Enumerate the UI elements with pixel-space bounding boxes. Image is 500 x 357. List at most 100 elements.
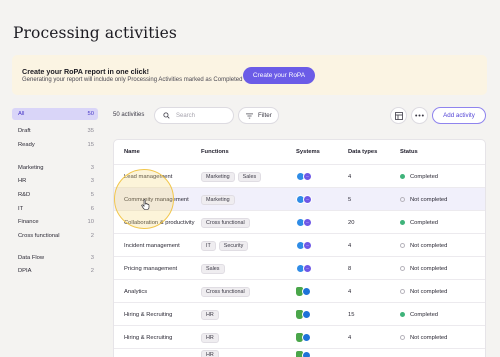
table-row[interactable]: Incident management IT Security ··· 4 Not… bbox=[114, 233, 485, 257]
function-tag: HR bbox=[201, 309, 219, 320]
data-types-cell: 5 bbox=[348, 196, 352, 203]
function-tag: HR bbox=[201, 332, 219, 343]
filter-icon bbox=[246, 113, 253, 118]
sidebar-item-label: Marketing bbox=[18, 165, 44, 171]
sidebar-item-draft[interactable]: Draft 35 bbox=[12, 125, 98, 137]
activity-count: 50 activities bbox=[113, 112, 145, 118]
table-row[interactable]: Hiring & Recruiting HR 15 Completed bbox=[114, 302, 485, 326]
sidebar-item-count: 15 bbox=[87, 142, 94, 148]
activity-name[interactable]: Pricing management bbox=[124, 257, 177, 280]
sidebar-item-label: Draft bbox=[18, 128, 31, 134]
function-tag: Cross functional bbox=[201, 217, 250, 228]
sidebar-item-dpia[interactable]: DPIA 2 bbox=[12, 265, 98, 277]
sidebar-item-count: 3 bbox=[90, 178, 94, 184]
sidebar-item-label: Cross functional bbox=[18, 233, 60, 239]
not-completed-status-icon bbox=[400, 266, 405, 271]
function-tag: Marketing bbox=[201, 194, 235, 205]
sidebar-item-count: 2 bbox=[90, 268, 94, 274]
sidebar-item-count: 35 bbox=[87, 128, 94, 134]
functions-cell: Cross functional bbox=[201, 280, 253, 303]
sidebar-item-all[interactable]: All 50 bbox=[12, 108, 98, 120]
system-app-icon bbox=[302, 350, 311, 357]
create-ropa-button[interactable]: Create your RoPA bbox=[243, 67, 315, 84]
status-label: Not completed bbox=[410, 265, 448, 272]
page-title: Processing activities bbox=[13, 24, 177, 42]
status-cell: Completed bbox=[400, 211, 438, 234]
activities-table: Name Functions Systems Data types Status… bbox=[113, 139, 486, 357]
more-systems-icon: ··· bbox=[303, 218, 312, 227]
data-types-cell: 4 bbox=[348, 242, 352, 249]
more-systems-icon: ··· bbox=[303, 195, 312, 204]
table-row[interactable]: Pricing management Sales ··· 8 Not compl… bbox=[114, 256, 485, 280]
functions-cell: HR bbox=[201, 326, 222, 349]
column-header-functions[interactable]: Functions bbox=[201, 149, 229, 155]
function-tag: Cross functional bbox=[201, 286, 250, 297]
sidebar-item-hr[interactable]: HR 3 bbox=[12, 175, 98, 187]
filter-label: Filter bbox=[258, 112, 272, 119]
functions-cell: Marketing bbox=[201, 188, 238, 211]
activity-name[interactable]: Incident management bbox=[124, 234, 180, 257]
status-cell: Not completed bbox=[400, 234, 447, 257]
more-systems-icon: ··· bbox=[303, 241, 312, 250]
sidebar-item-rnd[interactable]: R&D 5 bbox=[12, 189, 98, 201]
functions-cell: HR bbox=[201, 349, 222, 357]
not-completed-status-icon bbox=[400, 335, 405, 340]
data-types-cell: 4 bbox=[348, 173, 352, 180]
sidebar-item-marketing[interactable]: Marketing 3 bbox=[12, 162, 98, 174]
status-label: Not completed bbox=[410, 334, 448, 341]
banner-subtitle: Generating your report will include only… bbox=[22, 77, 243, 83]
sidebar-item-label: R&D bbox=[18, 192, 31, 198]
more-options-button[interactable] bbox=[411, 107, 428, 124]
status-label: Not completed bbox=[410, 242, 448, 249]
grid-view-button[interactable] bbox=[390, 107, 407, 124]
activity-name[interactable]: Hiring & Recruiting bbox=[124, 326, 172, 349]
sidebar-item-count: 3 bbox=[90, 255, 94, 261]
status-label: Not completed bbox=[410, 288, 448, 295]
functions-cell: HR bbox=[201, 303, 222, 326]
search-placeholder: Search bbox=[176, 112, 196, 119]
data-types-cell: 4 bbox=[348, 334, 352, 341]
activity-name[interactable]: Hiring & Recruiting bbox=[124, 303, 172, 326]
system-app-icon bbox=[302, 333, 311, 342]
status-label: Completed bbox=[410, 173, 439, 180]
systems-cell bbox=[296, 326, 311, 349]
activity-name[interactable]: Analytics bbox=[124, 280, 147, 303]
more-systems-icon: ··· bbox=[303, 172, 312, 181]
add-activity-button[interactable]: Add activity bbox=[432, 107, 486, 124]
status-cell: Completed bbox=[400, 303, 438, 326]
table-row[interactable]: HR bbox=[114, 348, 485, 357]
status-cell: Not completed bbox=[400, 188, 447, 211]
search-icon bbox=[163, 112, 170, 119]
sidebar-item-label: Finance bbox=[18, 219, 39, 225]
column-header-name[interactable]: Name bbox=[124, 149, 140, 155]
table-row[interactable]: Hiring & Recruiting HR 4 Not completed bbox=[114, 325, 485, 349]
function-tag: HR bbox=[201, 350, 219, 357]
sidebar-item-count: 50 bbox=[87, 111, 94, 117]
completed-status-icon bbox=[400, 174, 405, 179]
more-icon bbox=[415, 114, 424, 117]
sidebar-item-label: Data Flow bbox=[18, 255, 45, 261]
sidebar-item-it[interactable]: IT 6 bbox=[12, 203, 98, 215]
search-input[interactable]: Search bbox=[154, 107, 234, 124]
column-header-data-types[interactable]: Data types bbox=[348, 149, 377, 155]
function-tag: Sales bbox=[237, 171, 262, 182]
data-types-cell: 15 bbox=[348, 311, 355, 318]
column-header-systems[interactable]: Systems bbox=[296, 149, 320, 155]
status-cell: Not completed bbox=[400, 326, 447, 349]
sidebar-item-data-flow[interactable]: Data Flow 3 bbox=[12, 252, 98, 264]
functions-cell: IT Security bbox=[201, 234, 251, 257]
function-tag: IT bbox=[201, 240, 216, 251]
functions-cell: Sales bbox=[201, 257, 228, 280]
column-header-status[interactable]: Status bbox=[400, 149, 418, 155]
sidebar-item-ready[interactable]: Ready 15 bbox=[12, 139, 98, 151]
table-row[interactable]: Analytics Cross functional 4 Not complet… bbox=[114, 279, 485, 303]
sidebar-item-count: 10 bbox=[87, 219, 94, 225]
not-completed-status-icon bbox=[400, 197, 405, 202]
sidebar-item-cross-functional[interactable]: Cross functional 2 bbox=[12, 230, 98, 242]
systems-cell bbox=[296, 303, 311, 326]
not-completed-status-icon bbox=[400, 243, 405, 248]
not-completed-status-icon bbox=[400, 289, 405, 294]
sidebar-item-finance[interactable]: Finance 10 bbox=[12, 216, 98, 228]
filter-button[interactable]: Filter bbox=[238, 107, 279, 124]
sidebar-item-count: 3 bbox=[90, 165, 94, 171]
